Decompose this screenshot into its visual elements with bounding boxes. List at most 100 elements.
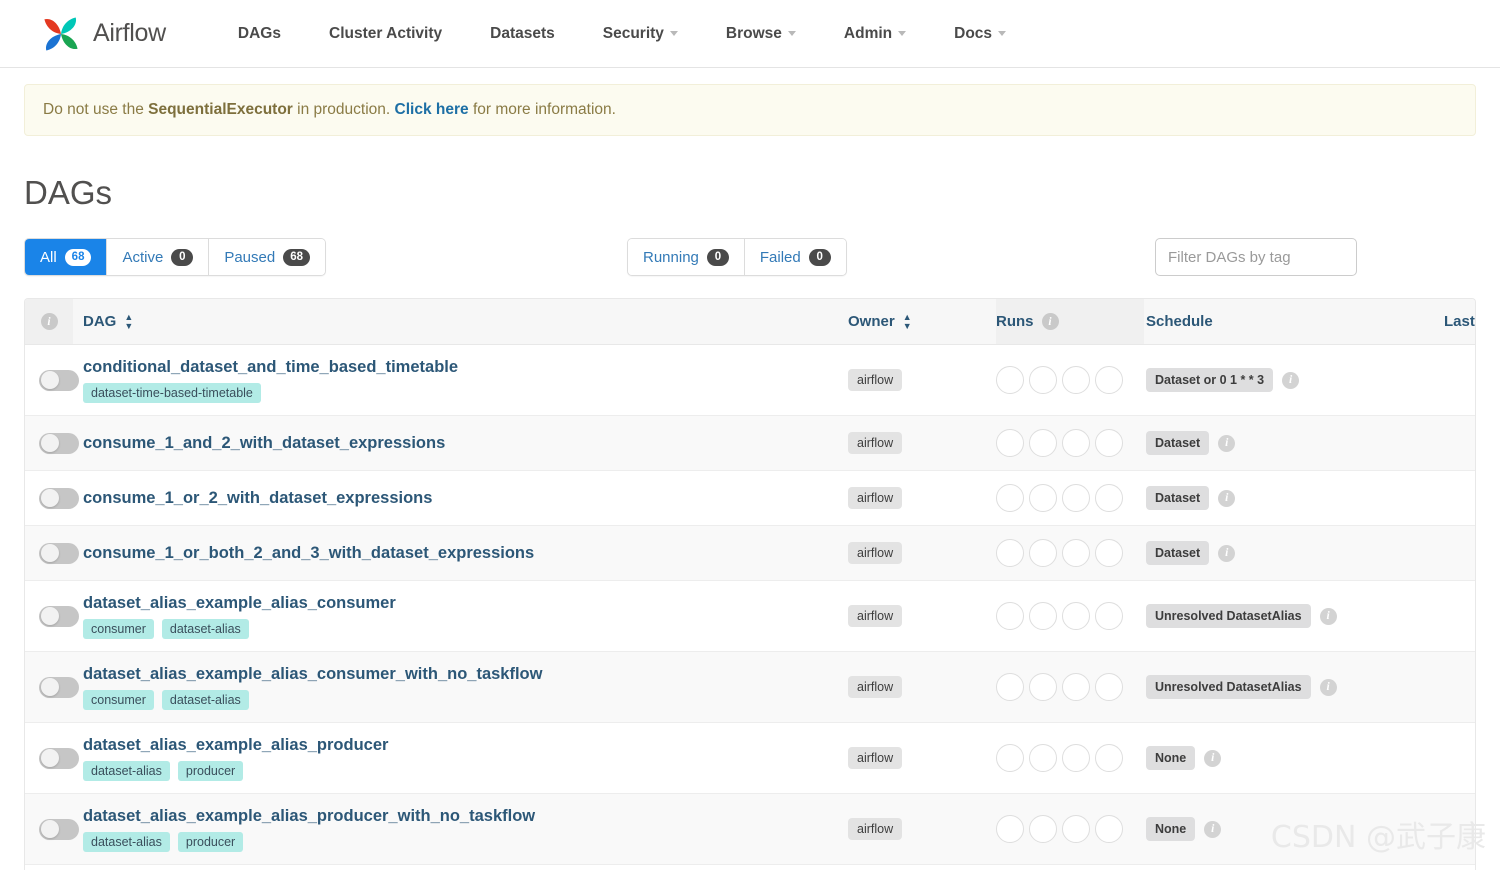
run-status-circle[interactable] [1062, 744, 1090, 772]
filter-tab-paused[interactable]: Paused 68 [209, 239, 325, 275]
info-icon[interactable]: i [1282, 371, 1300, 389]
dag-tag[interactable]: consumer [83, 689, 154, 710]
dag-pause-toggle[interactable] [39, 818, 79, 840]
nav-item-docs[interactable]: Docs [930, 25, 1030, 43]
owner-badge[interactable]: airflow [848, 605, 903, 627]
sort-icon[interactable]: ▲ ▼ [124, 312, 133, 330]
run-status-circle[interactable] [996, 484, 1024, 512]
header-owner[interactable]: Owner ▲ ▼ [848, 299, 996, 345]
dag-tag[interactable]: dataset-alias [161, 618, 249, 639]
dag-link[interactable]: consume_1_or_2_with_dataset_expressions [83, 489, 432, 508]
filter-tab-all[interactable]: All 68 [25, 239, 108, 275]
run-status-circle[interactable] [1062, 539, 1090, 567]
owner-badge[interactable]: airflow [848, 542, 903, 564]
run-status-circle[interactable] [1029, 673, 1057, 701]
schedule-badge[interactable]: None [1146, 746, 1196, 770]
run-status-circle[interactable] [1095, 815, 1123, 843]
dag-tag[interactable]: dataset-time-based-timetable [83, 382, 261, 403]
dag-pause-toggle[interactable] [39, 605, 79, 627]
schedule-badge[interactable]: None [1146, 817, 1196, 841]
run-status-circle[interactable] [996, 673, 1024, 701]
run-status-circle[interactable] [1062, 815, 1090, 843]
info-icon[interactable]: i [1041, 313, 1059, 330]
info-icon[interactable]: i [1218, 544, 1236, 562]
dag-pause-toggle[interactable] [39, 676, 79, 698]
run-status-circle[interactable] [1062, 602, 1090, 630]
run-status-circle[interactable] [1029, 366, 1057, 394]
schedule-badge[interactable]: Unresolved DatasetAlias [1146, 675, 1311, 699]
run-status-circle[interactable] [996, 366, 1024, 394]
dag-pause-toggle[interactable] [39, 542, 79, 564]
run-status-circle[interactable] [1029, 744, 1057, 772]
dag-tag[interactable]: producer [177, 831, 244, 852]
run-status-circle[interactable] [1095, 484, 1123, 512]
owner-badge[interactable]: airflow [848, 432, 903, 454]
dag-link[interactable]: conditional_dataset_and_time_based_timet… [83, 358, 458, 377]
run-status-circle[interactable] [996, 539, 1024, 567]
run-status-circle[interactable] [1062, 366, 1090, 394]
dag-link[interactable]: dataset_alias_example_alias_consumer_wit… [83, 665, 542, 684]
dag-tag[interactable]: dataset-alias [161, 689, 249, 710]
info-icon[interactable]: i [1218, 489, 1236, 507]
run-status-circle[interactable] [996, 744, 1024, 772]
schedule-badge[interactable]: Dataset [1146, 486, 1210, 510]
run-status-circle[interactable] [1029, 484, 1057, 512]
sort-icon[interactable]: ▲ ▼ [903, 312, 912, 330]
dag-tag[interactable]: dataset-alias [83, 760, 170, 781]
info-icon[interactable]: i [1319, 678, 1337, 696]
filter-tab-running[interactable]: Running 0 [628, 239, 745, 275]
run-status-circle[interactable] [1095, 539, 1123, 567]
dag-link[interactable]: dataset_alias_example_alias_producer [83, 736, 388, 755]
run-status-circle[interactable] [1029, 429, 1057, 457]
dag-tag[interactable]: producer [177, 760, 244, 781]
run-status-circle[interactable] [996, 815, 1024, 843]
run-status-circle[interactable] [996, 429, 1024, 457]
dag-link[interactable]: dataset_alias_example_alias_consumer [83, 594, 396, 613]
owner-badge[interactable]: airflow [848, 747, 903, 769]
run-status-circle[interactable] [1062, 673, 1090, 701]
info-icon[interactable]: i [40, 313, 58, 330]
run-status-circle[interactable] [1095, 366, 1123, 394]
run-status-circle[interactable] [1095, 673, 1123, 701]
run-status-circle[interactable] [1029, 602, 1057, 630]
run-status-circle[interactable] [1029, 815, 1057, 843]
schedule-badge[interactable]: Unresolved DatasetAlias [1146, 604, 1311, 628]
nav-item-browse[interactable]: Browse [702, 25, 820, 43]
filter-tab-failed[interactable]: Failed 0 [744, 239, 846, 275]
dag-pause-toggle[interactable] [39, 432, 79, 454]
header-last[interactable]: Last [1444, 299, 1475, 345]
info-icon[interactable]: i [1204, 749, 1222, 767]
info-icon[interactable]: i [1204, 820, 1222, 838]
nav-item-admin[interactable]: Admin [820, 25, 930, 43]
run-status-circle[interactable] [1062, 484, 1090, 512]
dag-pause-toggle[interactable] [39, 369, 79, 391]
owner-badge[interactable]: airflow [848, 369, 903, 391]
header-dag[interactable]: DAG ▲ ▼ [73, 299, 848, 345]
nav-item-dags[interactable]: DAGs [214, 25, 305, 43]
nav-item-cluster-activity[interactable]: Cluster Activity [305, 25, 466, 43]
owner-badge[interactable]: airflow [848, 487, 903, 509]
dag-tag[interactable]: consumer [83, 618, 154, 639]
info-icon[interactable]: i [1319, 607, 1337, 625]
run-status-circle[interactable] [1062, 429, 1090, 457]
nav-item-datasets[interactable]: Datasets [466, 25, 579, 43]
run-status-circle[interactable] [1029, 539, 1057, 567]
dag-tag[interactable]: dataset-alias [83, 831, 170, 852]
run-status-circle[interactable] [1095, 744, 1123, 772]
nav-item-security[interactable]: Security [579, 25, 702, 43]
dag-link[interactable]: dataset_alias_example_alias_producer_wit… [83, 807, 535, 826]
schedule-badge[interactable]: Dataset [1146, 431, 1210, 455]
filter-tab-active[interactable]: Active 0 [107, 239, 210, 275]
run-status-circle[interactable] [996, 602, 1024, 630]
run-status-circle[interactable] [1095, 429, 1123, 457]
owner-badge[interactable]: airflow [848, 818, 903, 840]
owner-badge[interactable]: airflow [848, 676, 903, 698]
run-status-circle[interactable] [1095, 602, 1123, 630]
dag-link[interactable]: consume_1_and_2_with_dataset_expressions [83, 434, 445, 453]
brand-home-link[interactable]: Airflow [38, 11, 166, 57]
dag-pause-toggle[interactable] [39, 487, 79, 509]
tag-filter-input[interactable] [1155, 238, 1357, 276]
dag-link[interactable]: consume_1_or_both_2_and_3_with_dataset_e… [83, 544, 534, 563]
schedule-badge[interactable]: Dataset or 0 1 * * 3 [1146, 368, 1274, 392]
alert-more-info-link[interactable]: Click here [395, 101, 469, 118]
